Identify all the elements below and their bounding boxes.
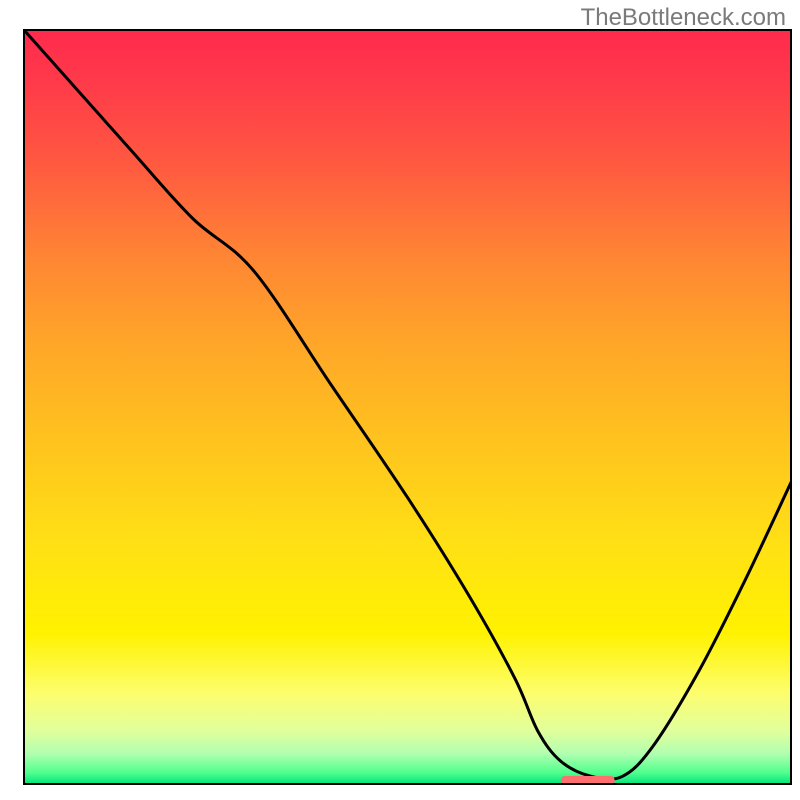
bottleneck-chart: TheBottleneck.com xyxy=(0,0,800,800)
plot-background xyxy=(24,30,791,784)
chart-canvas xyxy=(0,0,800,800)
